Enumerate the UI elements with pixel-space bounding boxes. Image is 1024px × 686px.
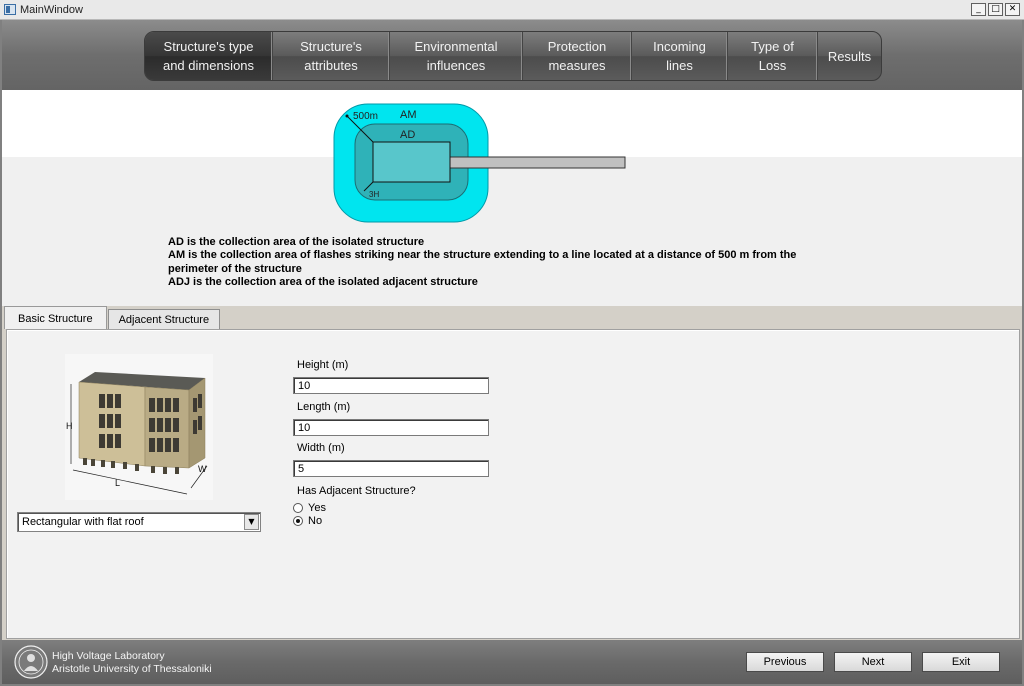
tab-adjacent-structure[interactable]: Adjacent Structure	[107, 309, 221, 329]
tab-basic-structure[interactable]: Basic Structure	[4, 306, 107, 329]
main-nav: Structure's type and dimensions Structur…	[144, 31, 882, 81]
desc-am: AM is the collection area of flashes str…	[168, 249, 797, 275]
upper-content: AM AD 500m 3H AD is the collection area …	[2, 90, 1022, 306]
radius-dot	[345, 114, 349, 118]
width-label: Width (m)	[297, 442, 345, 454]
am-label: AM	[400, 109, 417, 121]
nav-incoming-lines[interactable]: Incoming lines	[632, 32, 728, 80]
window-title: MainWindow	[20, 4, 83, 16]
nav-environmental-influences[interactable]: Environmental influences	[390, 32, 523, 80]
window-controls: _ □ ✕	[971, 3, 1020, 16]
length-label: Length (m)	[297, 401, 351, 413]
length-input[interactable]	[293, 419, 489, 436]
lab-name: High Voltage Laboratory	[52, 650, 165, 662]
building-h-label: H	[66, 421, 73, 431]
nav-structure-type[interactable]: Structure's type and dimensions	[145, 32, 273, 80]
shape-combobox[interactable]: Rectangular with flat roof ▼	[17, 512, 261, 532]
exit-button[interactable]: Exit	[922, 652, 1000, 672]
header-bar: Structure's type and dimensions Structur…	[2, 20, 1022, 90]
footer-bar: High Voltage Laboratory Aristotle Univer…	[2, 640, 1022, 684]
area-description: AD is the collection area of the isolate…	[168, 236, 848, 289]
height-multiple-label: 3H	[369, 190, 379, 199]
nav-type-of-loss[interactable]: Type of Loss	[728, 32, 818, 80]
next-button[interactable]: Next	[834, 652, 912, 672]
ad-label: AD	[400, 129, 415, 141]
structure-rect	[372, 141, 451, 183]
building-l-label: L	[115, 478, 120, 488]
basic-structure-panel: H L W Rectangular with flat roof ▼ Heigh…	[6, 329, 1020, 639]
distance-label: 500m	[353, 111, 378, 122]
radio-circle-yes[interactable]	[293, 503, 303, 513]
width-input[interactable]	[293, 460, 489, 477]
chevron-down-icon[interactable]: ▼	[244, 514, 259, 530]
university-name: Aristotle University of Thessaloniki	[52, 662, 212, 675]
adjacent-line	[447, 156, 626, 169]
structure-tabs: Basic Structure Adjacent Structure	[4, 306, 221, 330]
nav-results[interactable]: Results	[818, 32, 881, 80]
close-button[interactable]: ✕	[1005, 3, 1020, 16]
adjacent-question-label: Has Adjacent Structure?	[297, 485, 416, 497]
adjacent-no-label: No	[308, 515, 323, 527]
adjacent-yes-radio[interactable]: Yes	[293, 502, 326, 514]
previous-button[interactable]: Previous	[746, 652, 824, 672]
adjacent-no-radio[interactable]: No	[293, 515, 322, 527]
collection-area-diagram: AM AD 500m 3H	[333, 103, 626, 223]
desc-ad: AD is the collection area of the isolate…	[168, 236, 425, 248]
app-icon	[4, 4, 16, 15]
desc-adj: ADJ is the collection area of the isolat…	[168, 275, 478, 288]
building-w-label: W	[198, 464, 207, 474]
title-bar: MainWindow _ □ ✕	[0, 0, 1024, 20]
adjacent-yes-label: Yes	[308, 502, 326, 514]
radio-circle-no[interactable]	[293, 516, 303, 526]
building-image: H L W	[65, 354, 213, 500]
lab-credit: High Voltage Laboratory Aristotle Univer…	[52, 650, 212, 675]
university-seal-icon	[14, 645, 48, 679]
shape-combobox-value: Rectangular with flat roof	[22, 516, 144, 528]
height-input[interactable]	[293, 377, 489, 394]
height-label: Height (m)	[297, 359, 349, 371]
nav-structure-attributes[interactable]: Structure's attributes	[273, 32, 390, 80]
minimize-button[interactable]: _	[971, 3, 986, 16]
nav-protection-measures[interactable]: Protection measures	[523, 32, 632, 80]
maximize-button[interactable]: □	[988, 3, 1003, 16]
